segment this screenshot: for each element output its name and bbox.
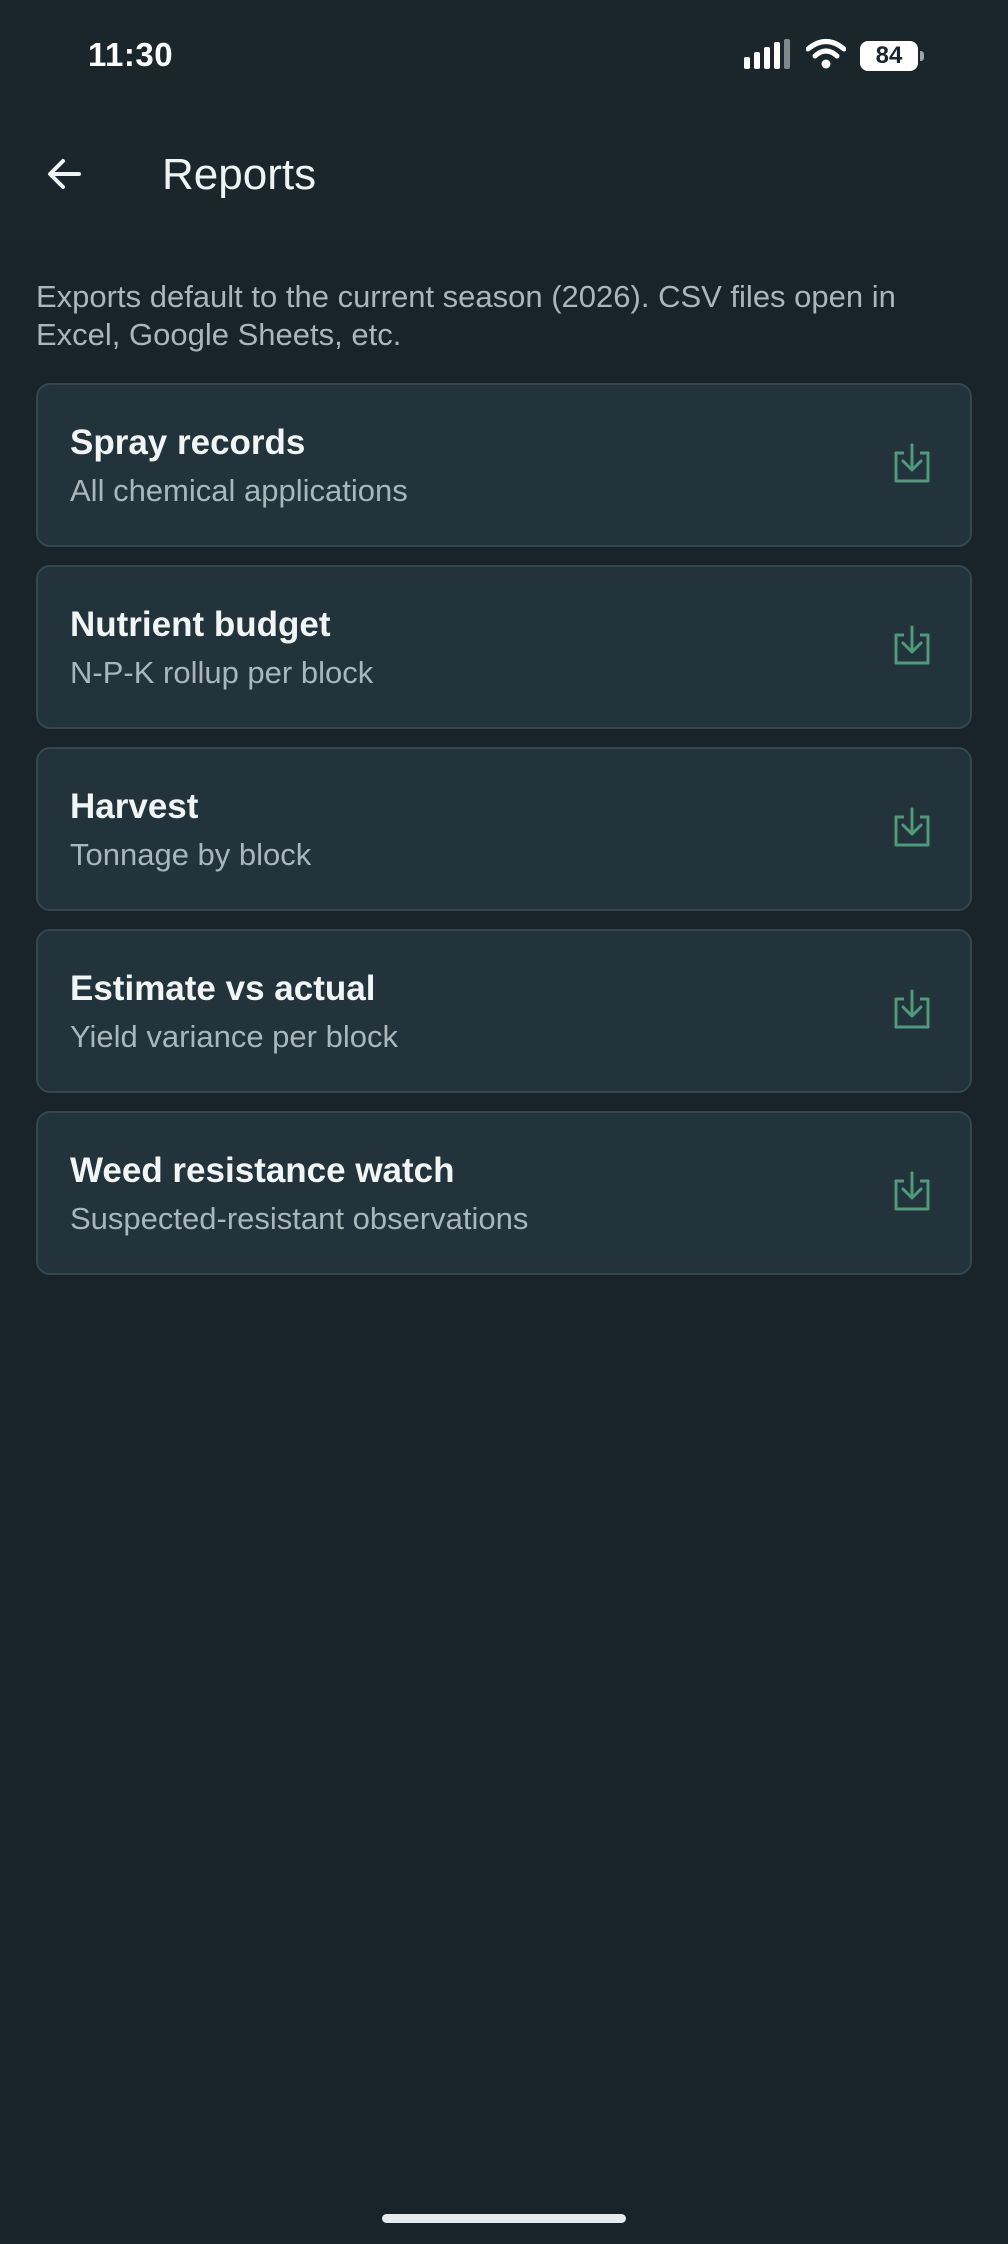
- battery-icon: 84: [860, 41, 924, 71]
- report-title: Weed resistance watch: [70, 1151, 455, 1190]
- battery-level: 84: [875, 42, 903, 69]
- report-card-harvest[interactable]: Harvest Tonnage by block: [36, 747, 972, 911]
- status-icons: 84: [744, 38, 924, 75]
- report-subtitle: Tonnage by block: [70, 837, 312, 872]
- report-card-spray-records[interactable]: Spray records All chemical applications: [36, 383, 972, 547]
- report-title: Estimate vs actual: [70, 969, 376, 1008]
- download-button[interactable]: [884, 983, 940, 1039]
- download-button[interactable]: [884, 801, 940, 857]
- report-list: Spray records All chemical applications …: [36, 383, 972, 1293]
- report-subtitle: All chemical applications: [70, 473, 408, 508]
- status-bar: 11:30 84: [0, 0, 1008, 112]
- download-icon: [892, 623, 932, 672]
- app-bar: Reports: [0, 112, 1008, 240]
- page-title: Reports: [162, 150, 317, 199]
- back-button[interactable]: [26, 138, 102, 214]
- download-icon: [892, 987, 932, 1036]
- status-time: 11:30: [88, 36, 174, 73]
- arrow-left-icon: [43, 153, 85, 200]
- report-subtitle: Suspected-resistant observations: [70, 1201, 529, 1236]
- download-icon: [892, 1169, 932, 1218]
- intro-text: Exports default to the current season (2…: [36, 279, 896, 352]
- download-button[interactable]: [884, 1165, 940, 1221]
- download-button[interactable]: [884, 619, 940, 675]
- report-card-weed-resistance-watch[interactable]: Weed resistance watch Suspected-resistan…: [36, 1111, 972, 1275]
- download-icon: [892, 805, 932, 854]
- download-button[interactable]: [884, 437, 940, 493]
- home-indicator[interactable]: [382, 2214, 626, 2223]
- wifi-icon: [805, 38, 847, 75]
- report-title: Spray records: [70, 423, 306, 462]
- report-card-estimate-vs-actual[interactable]: Estimate vs actual Yield variance per bl…: [36, 929, 972, 1093]
- download-icon: [892, 441, 932, 490]
- report-card-nutrient-budget[interactable]: Nutrient budget N-P-K rollup per block: [36, 565, 972, 729]
- report-subtitle: Yield variance per block: [70, 1019, 398, 1054]
- signal-icon: [744, 38, 792, 74]
- report-title: Nutrient budget: [70, 605, 331, 644]
- report-subtitle: N-P-K rollup per block: [70, 655, 374, 690]
- report-title: Harvest: [70, 787, 199, 826]
